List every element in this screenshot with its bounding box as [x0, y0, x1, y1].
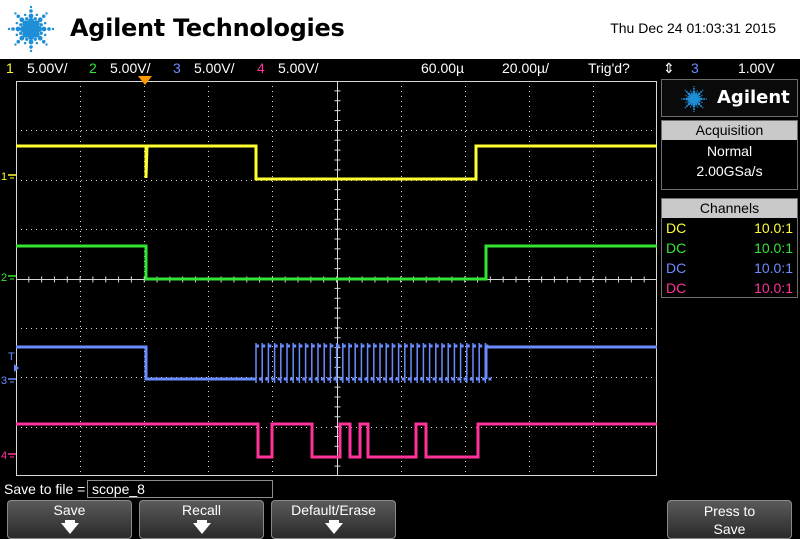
save-filename-field[interactable]: scope_8: [87, 480, 273, 498]
brand-title: Agilent Technologies: [70, 14, 345, 42]
trigger-level[interactable]: 1.00V: [738, 60, 775, 76]
waveform-display[interactable]: [16, 81, 657, 476]
ch2-coupling: DC: [666, 240, 687, 256]
horizontal-scale[interactable]: 20.00µ/: [502, 60, 549, 76]
info-panel: Agilent Acquisition Normal 2.00GSa/s Cha…: [659, 79, 800, 299]
ch1-number[interactable]: 1: [6, 60, 14, 76]
trigger-position-marker-icon[interactable]: [138, 76, 152, 86]
channel-row-2: DC 10.0:1: [662, 239, 797, 259]
ground-marker-2[interactable]: 2: [1, 272, 7, 284]
horizontal-position[interactable]: 60.00µ: [421, 60, 464, 76]
acquisition-title: Acquisition: [662, 121, 797, 140]
arrow-down-icon: [192, 523, 211, 534]
ground-marker-3[interactable]: 3: [1, 375, 7, 387]
agilent-spark-small-icon: [681, 86, 707, 112]
ground-marker-column: 1 2 3 4 T: [1, 171, 19, 462]
sample-rate: 2.00GSa/s: [696, 163, 763, 179]
ch4-scale[interactable]: 5.00V/: [278, 60, 318, 76]
acquisition-mode: Normal: [706, 143, 753, 159]
ch4-coupling: DC: [666, 280, 687, 296]
ch3-probe: 10.0:1: [754, 260, 793, 276]
acquisition-box[interactable]: Acquisition Normal 2.00GSa/s: [661, 120, 798, 190]
default-erase-softkey-label: Default/Erase: [291, 502, 376, 518]
ch4-probe: 10.0:1: [754, 280, 793, 296]
trigger-slope-icon[interactable]: ⇕: [663, 60, 675, 77]
arrow-down-icon: [60, 523, 79, 534]
status-bar: 1 5.00V/ 2 5.00V/ 3 5.00V/ 4 5.00V/ 60.0…: [0, 59, 800, 78]
channels-title: Channels: [662, 199, 797, 218]
channel-row-3: DC 10.0:1: [662, 259, 797, 279]
trigger-source[interactable]: 3: [691, 60, 699, 76]
recall-softkey[interactable]: Recall: [139, 500, 264, 539]
ch3-scale[interactable]: 5.00V/: [194, 60, 234, 76]
channel-row-1: DC 10.0:1: [662, 219, 797, 239]
trigger-level-marker[interactable]: T: [8, 351, 15, 363]
save-softkey-label: Save: [53, 502, 86, 518]
press-to-save-softkey[interactable]: Press to Save: [667, 500, 792, 539]
waveform-traces: [16, 144, 657, 459]
panel-logo-text: Agilent: [717, 87, 790, 108]
recall-softkey-label: Recall: [182, 502, 221, 518]
ch4-number[interactable]: 4: [257, 60, 265, 76]
ch3-coupling: DC: [666, 260, 687, 276]
datetime-readout: Thu Dec 24 01:03:31 2015: [610, 20, 776, 36]
save-to-file-label: Save to file =: [4, 481, 86, 497]
title-bar: Agilent Technologies Thu Dec 24 01:03:31…: [0, 0, 800, 59]
channel-row-4: DC 10.0:1: [662, 279, 797, 299]
arrow-down-icon: [324, 523, 343, 534]
default-erase-softkey[interactable]: Default/Erase: [271, 500, 396, 539]
press-to-save-label: Press to Save: [668, 502, 791, 538]
ch2-number[interactable]: 2: [89, 60, 97, 76]
trigger-state: Trig'd?: [588, 60, 630, 76]
save-softkey[interactable]: Save: [7, 500, 132, 539]
ch3-number[interactable]: 3: [173, 60, 181, 76]
ch2-scale[interactable]: 5.00V/: [110, 60, 150, 76]
ch1-probe: 10.0:1: [754, 220, 793, 236]
ground-marker-1[interactable]: 1: [1, 171, 7, 183]
ch1-coupling: DC: [666, 220, 687, 236]
panel-logo: Agilent: [661, 79, 798, 117]
ground-marker-4[interactable]: 4: [1, 450, 7, 462]
channels-box[interactable]: Channels DC 10.0:1 DC 10.0:1 DC 10.0:1 D…: [661, 198, 798, 298]
ch2-probe: 10.0:1: [754, 240, 793, 256]
press-to-save-line-2: Save: [713, 521, 746, 537]
agilent-spark-logo-icon: [7, 5, 55, 53]
press-to-save-line-1: Press to: [703, 503, 756, 519]
ch1-scale[interactable]: 5.00V/: [27, 60, 67, 76]
